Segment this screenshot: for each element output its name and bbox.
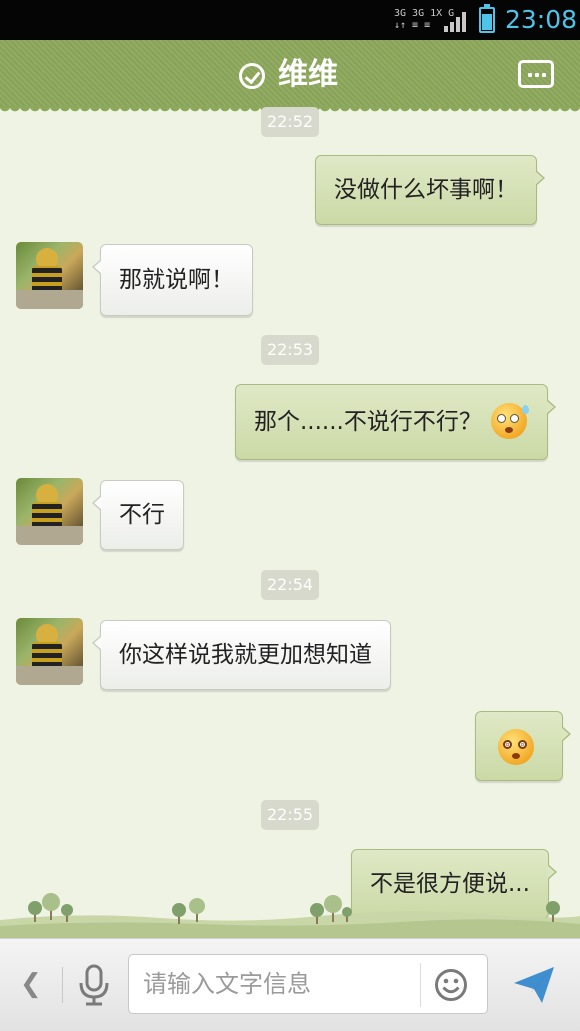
battery-icon (479, 4, 495, 33)
message-bubble-incoming[interactable]: 不行 (92, 480, 184, 550)
message-list[interactable]: 22:52 没做什么坏事啊！ 那就说啊！ 22:53 那个......不说行不行… (0, 107, 580, 938)
send-icon[interactable] (512, 963, 556, 1007)
chat-header: 维维 (0, 40, 580, 114)
divider (420, 963, 421, 1007)
message-bubble-incoming[interactable]: 那就说啊！ (92, 244, 253, 316)
dizzy-emoji-icon (498, 729, 534, 765)
timestamp: 22:53 (261, 335, 319, 365)
avatar[interactable] (16, 478, 83, 545)
chat-title: 维维 (278, 57, 338, 92)
message-bubble-incoming[interactable]: 你这样说我就更加想知道 (92, 620, 391, 690)
avatar[interactable] (16, 618, 83, 685)
signal-icon (444, 10, 470, 32)
status-bar: 3G 3G 1X G ↓↑ ≡ ≡ 23:08 (0, 0, 580, 40)
message-input-box (128, 954, 488, 1014)
message-bubble-outgoing[interactable]: 没做什么坏事啊！ (315, 155, 545, 225)
avatar[interactable] (16, 242, 83, 309)
timestamp: 22:52 (261, 107, 319, 137)
more-menu-icon[interactable] (518, 60, 554, 88)
message-bubble-outgoing[interactable] (475, 711, 571, 781)
check-circle-icon (239, 63, 265, 89)
sweat-emoji-icon (491, 402, 530, 439)
timestamp: 22:54 (261, 570, 319, 600)
status-time: 23:08 (505, 5, 578, 34)
network-activity-label: ↓↑ ≡ ≡ (394, 20, 431, 31)
chevron-left-icon[interactable]: ❮ (20, 969, 42, 999)
background-scenery (0, 893, 580, 938)
microphone-icon[interactable] (76, 963, 112, 1007)
message-input[interactable] (143, 965, 413, 1003)
message-bubble-outgoing[interactable]: 那个......不说行不行？ (235, 384, 557, 460)
input-bar: ❮ (0, 938, 580, 1031)
message-text: 那个......不说行不行？ (254, 409, 482, 435)
emoji-picker-icon[interactable] (434, 968, 468, 1002)
timestamp: 22:55 (261, 800, 319, 830)
divider (62, 967, 63, 1003)
